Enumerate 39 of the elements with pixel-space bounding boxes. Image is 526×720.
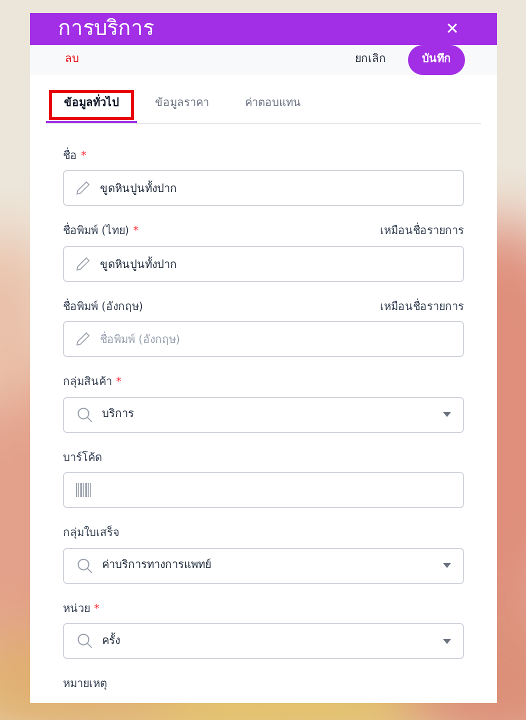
text-field[interactable]: ขูดหินปูนทั้งปาก: [63, 170, 464, 206]
search-icon: [76, 632, 94, 650]
field-label: ชื่อพิมพ์ (อังกฤษ): [63, 298, 144, 314]
select-field[interactable]: ครั้ง: [63, 623, 464, 659]
field-label: ชื่อ: [63, 148, 77, 164]
field-label: บาร์โค้ด: [63, 450, 102, 466]
text-field[interactable]: ชื่อพิมพ์ (อังกฤษ): [63, 321, 464, 357]
dialog-title: การบริการ: [58, 15, 154, 42]
required-mark: *: [81, 148, 86, 164]
same-as-name-link[interactable]: เหมือนชื่อรายการ: [380, 223, 464, 240]
search-icon: [76, 406, 94, 424]
barcode-icon: [76, 483, 92, 497]
field-label: ชื่อพิมพ์ (ไทย): [63, 223, 130, 239]
caret-icon: [443, 412, 451, 417]
tab[interactable]: ค่าตอบแทน: [227, 86, 319, 122]
save-button[interactable]: บันทึก: [408, 44, 465, 74]
pencil-icon: [75, 331, 91, 347]
required-mark: *: [94, 600, 100, 616]
field-label: หน่วย: [63, 600, 90, 616]
text-field[interactable]: ขูดหินปูนทั้งปาก: [63, 246, 464, 282]
tab[interactable]: ข้อมูลราคา: [137, 86, 227, 122]
caret-icon: [443, 638, 451, 644]
tab[interactable]: ข้อมูลทั่วไป: [46, 86, 137, 122]
same-as-name-link[interactable]: เหมือนชื่อรายการ: [380, 298, 464, 315]
barcode-field[interactable]: [63, 472, 464, 508]
field-label: กลุ่มใบเสร็จ: [63, 525, 119, 541]
field-label: หมายเหตุ: [63, 676, 107, 692]
required-mark: *: [133, 223, 139, 239]
required-mark: *: [116, 374, 122, 390]
select-field[interactable]: ค่าบริการทางการแพทย์: [63, 548, 464, 584]
cancel-button[interactable]: ยกเลิก: [355, 51, 386, 68]
delete-button[interactable]: ลบ: [65, 51, 79, 68]
field-label: กลุ่มสินค้า: [63, 374, 112, 390]
search-icon: [76, 556, 94, 574]
pencil-icon: [75, 256, 91, 272]
close-button[interactable]: ✕: [446, 16, 459, 41]
pencil-icon: [75, 180, 91, 196]
caret-icon: [443, 563, 451, 568]
select-field[interactable]: บริการ: [63, 396, 464, 432]
